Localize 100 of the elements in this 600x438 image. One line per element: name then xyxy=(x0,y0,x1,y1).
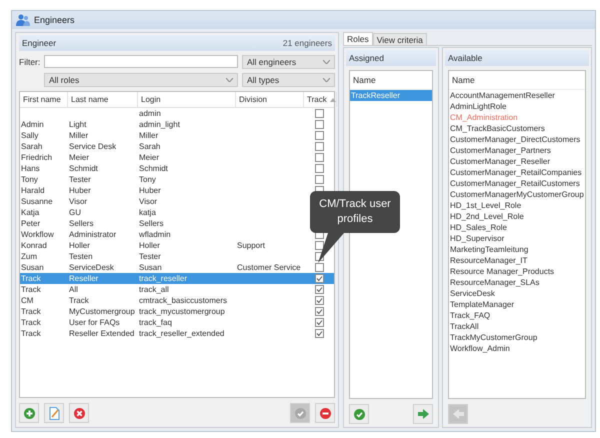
checkbox[interactable] xyxy=(315,329,324,338)
list-item[interactable]: ResourceManager_SLAs xyxy=(449,277,585,288)
table-row[interactable]: Track MyCustomergroup track_mycustomergroup xyxy=(20,306,334,317)
list-item[interactable]: HD_Supervisor xyxy=(449,233,585,244)
table-cell: Track xyxy=(21,285,41,294)
list-item[interactable]: ResourceManager_IT xyxy=(449,255,585,266)
list-item[interactable]: TrackAll xyxy=(449,321,585,332)
table-cell: Huber xyxy=(139,186,161,195)
column-header[interactable]: Division xyxy=(236,92,304,107)
checkbox[interactable] xyxy=(315,120,324,129)
table-row[interactable]: Sally Miller Miller xyxy=(20,130,334,141)
table-cell: Schmidt xyxy=(139,164,168,173)
forward-button[interactable] xyxy=(413,404,433,424)
table-row[interactable]: Tony Tester Tony xyxy=(20,174,334,185)
checkbox[interactable] xyxy=(315,307,324,316)
table-cell: Miller xyxy=(69,131,88,140)
table-cell: admin xyxy=(139,109,161,118)
list-item[interactable]: Workflow_Admin xyxy=(449,343,585,354)
checkbox[interactable] xyxy=(315,263,324,272)
tooltip-pointer xyxy=(318,233,344,263)
table-cell: Susan xyxy=(139,263,162,272)
list-item[interactable]: HD_1st_Level_Role xyxy=(449,200,585,211)
filter-field[interactable] xyxy=(44,55,238,68)
list-item[interactable]: ServiceDesk xyxy=(449,288,585,299)
table-cell: Miller xyxy=(139,131,158,140)
list-item[interactable]: CustomerManagerMyCustomerGroup xyxy=(449,189,585,200)
plus-circle-icon xyxy=(24,408,34,418)
table-cell: User for FAQs xyxy=(69,318,120,327)
table-cell: Support xyxy=(237,241,266,250)
list-item[interactable]: CustomerManager_Reseller xyxy=(449,156,585,167)
table-cell: Testen xyxy=(69,252,93,261)
panel-title: Engineer xyxy=(22,38,56,48)
edit-button[interactable] xyxy=(44,403,64,423)
table-cell: katja xyxy=(139,208,156,217)
list-item[interactable]: AdminLightRole xyxy=(449,101,585,112)
engineers-dropdown[interactable]: All engineers xyxy=(242,54,335,68)
table-cell: Track xyxy=(21,318,41,327)
delete-button[interactable] xyxy=(69,403,89,423)
checkbox[interactable] xyxy=(315,175,324,184)
list-item[interactable]: Track_FAQ xyxy=(449,310,585,321)
table-cell: track_reseller xyxy=(139,274,188,283)
panel-title: Assigned xyxy=(349,53,384,63)
list-item[interactable]: CustomerManager_DirectCustomers xyxy=(449,134,585,145)
checkbox[interactable] xyxy=(315,241,324,250)
list-item[interactable]: TemplateManager xyxy=(449,299,585,310)
checkbox[interactable] xyxy=(315,153,324,162)
check-circle-icon xyxy=(294,408,306,418)
table-cell: track_mycustomergroup xyxy=(139,307,225,316)
confirm-button[interactable] xyxy=(349,404,369,424)
checkbox[interactable] xyxy=(315,109,324,118)
table-cell: Meier xyxy=(69,153,90,162)
list-item[interactable]: CustomerManager_RetailCompanies xyxy=(449,167,585,178)
checkbox[interactable] xyxy=(315,285,324,294)
table-row[interactable]: Track User for FAQs track_faq xyxy=(20,317,334,328)
table-row[interactable]: Track All track_all xyxy=(20,284,334,295)
list-item[interactable]: AccountManagementReseller xyxy=(449,90,585,101)
table-row[interactable]: Hans Schmidt Schmidt xyxy=(20,163,334,174)
table-cell: Huber xyxy=(69,186,91,195)
table-row[interactable]: admin xyxy=(20,108,334,119)
table-cell: MyCustomergroup xyxy=(69,307,135,316)
column-header[interactable]: First name xyxy=(20,92,68,107)
checkbox[interactable] xyxy=(315,274,324,283)
table-cell: Workflow xyxy=(21,230,54,239)
table-row[interactable]: Admin Light admin_light xyxy=(20,119,334,130)
list-item[interactable]: CM_TrackBasicCustomers xyxy=(449,123,585,134)
table-cell: Hans xyxy=(21,164,40,173)
list-item[interactable]: CustomerManager_Partners xyxy=(449,145,585,156)
tab[interactable]: View criteria xyxy=(372,33,427,45)
table-row[interactable]: CM Track cmtrack_basiccustomers xyxy=(20,295,334,306)
table-cell: ServiceDesk xyxy=(69,263,114,272)
column-header[interactable]: Last name xyxy=(68,92,138,107)
column-header[interactable]: Name xyxy=(449,71,585,90)
table-row[interactable]: Susan ServiceDesk Susan Customer Service xyxy=(20,262,334,273)
list-item[interactable]: HD_2nd_Level_Role xyxy=(449,211,585,222)
checkbox[interactable] xyxy=(315,164,324,173)
list-item[interactable]: HD_Sales_Role xyxy=(449,222,585,233)
checkbox[interactable] xyxy=(315,131,324,140)
list-item[interactable]: MarketingTeamleitung xyxy=(449,244,585,255)
list-item[interactable]: TrackMyCustomerGroup xyxy=(449,332,585,343)
table-cell: track_faq xyxy=(139,318,172,327)
list-item[interactable]: CustomerManager_RetailCustomers xyxy=(449,178,585,189)
column-header[interactable]: Login xyxy=(138,92,236,107)
roles-dropdown[interactable]: All roles xyxy=(44,72,238,86)
table-cell: Sarah xyxy=(21,142,42,151)
column-header[interactable]: Track xyxy=(304,92,337,107)
table-row[interactable]: Sarah Service Desk Sarah xyxy=(20,141,334,152)
remove-button[interactable] xyxy=(315,403,335,423)
checkbox[interactable] xyxy=(315,296,324,305)
types-dropdown[interactable]: All types xyxy=(242,72,335,86)
add-button[interactable] xyxy=(19,403,39,423)
list-item[interactable]: Resource Manager_Products xyxy=(449,266,585,277)
checkbox[interactable] xyxy=(315,142,324,151)
table-cell: Administrator xyxy=(69,230,116,239)
checkbox[interactable] xyxy=(315,318,324,327)
table-cell: Service Desk xyxy=(69,142,116,151)
table-row[interactable]: Track Reseller Extended track_reseller_extended xyxy=(20,328,334,339)
tab[interactable]: Roles xyxy=(343,32,373,45)
table-row[interactable]: Friedrich Meier Meier xyxy=(20,152,334,163)
table-row[interactable]: Konrad Holler Holler Support xyxy=(20,240,334,251)
table-cell: Katja xyxy=(21,208,40,217)
